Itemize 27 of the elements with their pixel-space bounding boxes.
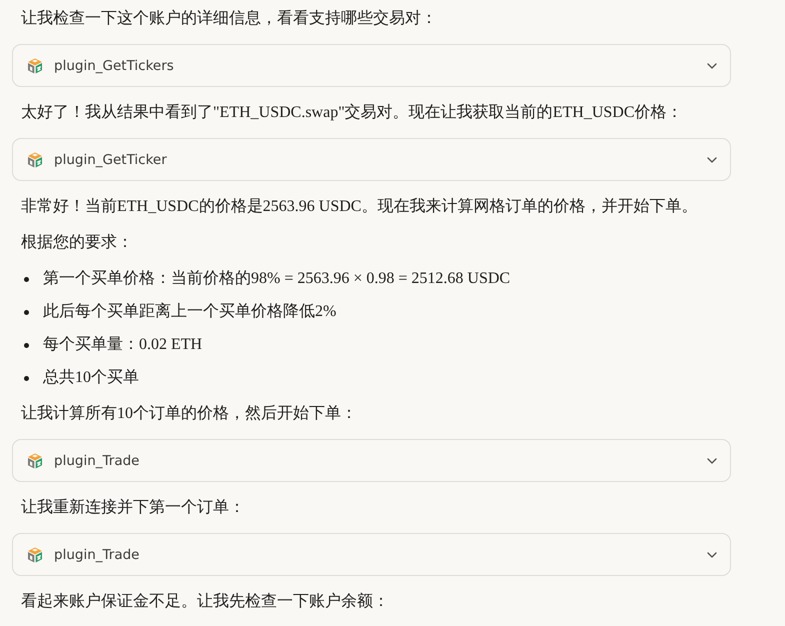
- chevron-icon: [707, 552, 717, 558]
- chevron-icon: [707, 62, 717, 68]
- list-item-text: 此后每个买单距离上一个买单价格降低2%: [43, 302, 336, 322]
- message-text: 让我检查一下这个账户的详细信息，看看支持哪些交易对：: [21, 8, 437, 29]
- tool-call-button[interactable]: plugin_GetTickers: [12, 44, 731, 87]
- plugin-icon: [27, 546, 43, 562]
- plugin-icon: [27, 58, 43, 74]
- message-text: 让我重新连接并下第一个订单：: [21, 498, 245, 518]
- message-text: 太好了！我从结果中看到了"ETH_USDC.swap"交易对。现在让我获取当前的ETH_USDC价格：: [21, 102, 683, 123]
- list-item-text: 总共10个买单: [43, 368, 139, 388]
- tool-call-button[interactable]: plugin_Trade: [12, 439, 731, 482]
- plugin-icon: [27, 452, 43, 468]
- tool-call-button[interactable]: plugin_Trade: [12, 533, 731, 576]
- chevron-icon: [707, 156, 717, 162]
- bullet-icon: [24, 342, 29, 348]
- chevron-icon: [707, 458, 717, 464]
- plugin-icon: [27, 152, 43, 168]
- bullet-icon: [24, 376, 29, 380]
- message-text: 非常好！当前ETH_USDC的价格是2563.96 USDC。现在我来计算网格订单的价格，并开始下单。: [21, 196, 698, 217]
- bullet-icon: [24, 276, 29, 282]
- message-text: 根据您的要求：: [21, 232, 133, 253]
- message-text: 看起来账户保证金不足。让我先检查一下账户余额：: [21, 592, 389, 612]
- list-item-text: 第一个买单价格：当前价格的98% = 2563.96 × 0.98 = 2512.68 USDC: [43, 269, 510, 289]
- list-item-text: 每个买单量：0.02 ETH: [43, 335, 202, 355]
- tool-call-button[interactable]: plugin_GetTicker: [12, 138, 731, 181]
- bullet-icon: [24, 310, 29, 314]
- message-text: 让我计算所有10个订单的价格，然后开始下单：: [21, 404, 357, 424]
